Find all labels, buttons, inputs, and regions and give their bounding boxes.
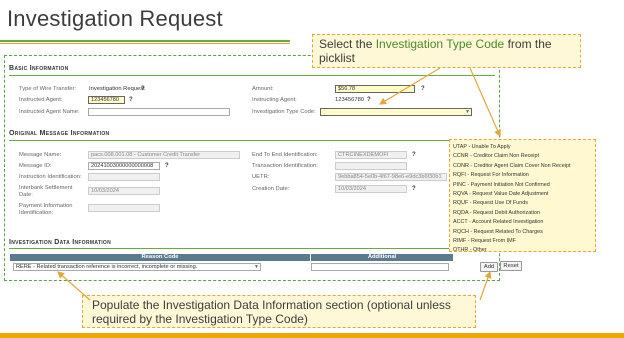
arrow-to-type-field [378,67,441,105]
callout-arrows [57,67,501,301]
arrow-to-picklist [469,67,501,138]
slide-footer-bar [0,333,624,338]
arrow-to-reason [57,271,91,301]
arrow-to-additional [479,270,492,301]
